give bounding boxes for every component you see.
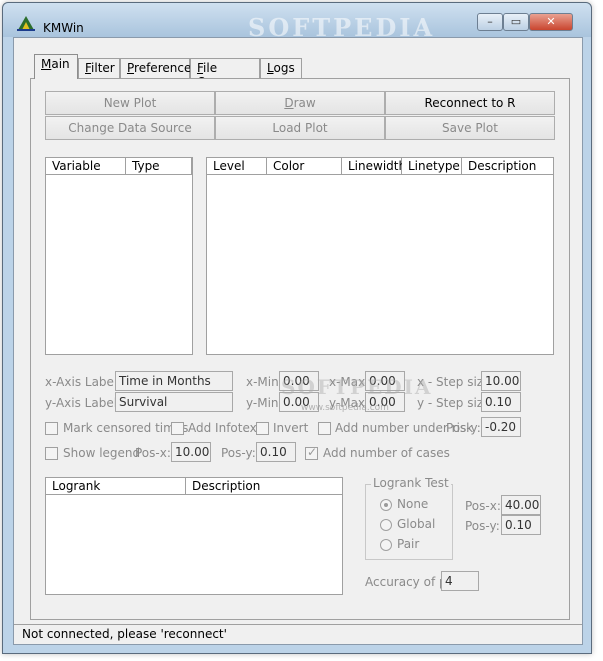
- save-plot-button[interactable]: Save Plot: [385, 116, 555, 140]
- x-min-caption: x-Min:: [246, 375, 283, 389]
- y-min-caption: y-Min:: [246, 396, 283, 410]
- add-infotext-checkbox[interactable]: [171, 422, 184, 435]
- center-watermark-url: www.softpedia.com: [301, 403, 389, 413]
- col-variable[interactable]: Variable: [46, 158, 126, 175]
- new-plot-button[interactable]: New Plot: [45, 91, 215, 115]
- tab-preferences[interactable]: Preferences: [120, 58, 198, 78]
- col-linewidth[interactable]: Linewidth: [342, 158, 406, 175]
- logrank-test-title: Logrank Test: [371, 476, 451, 490]
- x-axis-label-input[interactable]: Time in Months: [115, 371, 233, 391]
- logrank-none-label: None: [397, 497, 429, 511]
- reconnect-button[interactable]: Reconnect to R: [385, 91, 555, 115]
- tab-logs-label: ogs: [273, 61, 295, 75]
- logrank-global-label: Global: [397, 517, 436, 531]
- kmwin-window: KMWin SOFTPEDIA – ▭ ✕ Main Filter Prefer…: [2, 2, 592, 654]
- accuracy-caption: Accuracy of p:: [365, 575, 451, 589]
- tab-main[interactable]: Main: [34, 54, 78, 79]
- tab-preferences-label: references: [134, 61, 198, 75]
- tab-logs[interactable]: Logs: [260, 58, 302, 78]
- logrank-pos-y-input[interactable]: 0.10: [501, 515, 541, 535]
- add-number-at-risk-checkbox[interactable]: [318, 422, 331, 435]
- logrank-pos-y-caption: Pos-y:: [465, 519, 500, 533]
- mark-censored-label: Mark censored times: [63, 421, 189, 435]
- title-bar[interactable]: KMWin SOFTPEDIA – ▭ ✕: [3, 3, 591, 42]
- legend-pos-x-input[interactable]: 10.00: [171, 442, 211, 462]
- y-step-input[interactable]: 0.10: [481, 392, 521, 412]
- risk-pos-y-caption: Pos-y:: [446, 421, 481, 435]
- logrank-list[interactable]: Logrank Description: [45, 477, 343, 595]
- logrank-none-radio[interactable]: [380, 499, 392, 511]
- draw-accel: D: [284, 96, 294, 110]
- draw-button[interactable]: Draw: [215, 91, 385, 115]
- logrank-pos-x-input[interactable]: 40.00: [501, 495, 541, 515]
- tab-preferences-accel: P: [127, 61, 135, 75]
- accuracy-input[interactable]: 4: [441, 571, 479, 591]
- logrank-pair-label: Pair: [397, 537, 420, 551]
- load-plot-button[interactable]: Load Plot: [215, 116, 385, 140]
- col-linetype[interactable]: Linetype: [402, 158, 462, 175]
- legend-pos-y-input[interactable]: 0.10: [256, 442, 296, 462]
- window-title: KMWin: [43, 21, 84, 35]
- tab-main-accel: M: [41, 57, 52, 71]
- logrank-global-radio[interactable]: [380, 519, 392, 531]
- x-axis-label-caption: x-Axis Label:: [45, 375, 122, 389]
- show-legend-label: Show legend: [63, 446, 141, 460]
- col-color[interactable]: Color: [267, 158, 342, 175]
- status-bar: Not connected, please 'reconnect': [14, 624, 582, 644]
- logrank-pair-radio[interactable]: [380, 539, 392, 551]
- risk-pos-y-input[interactable]: -0.20: [481, 417, 521, 437]
- x-step-input[interactable]: 10.00: [481, 371, 521, 391]
- y-axis-label-caption: y-Axis Label:: [45, 396, 122, 410]
- level-list[interactable]: Level Color Linewidth Linetype Descripti…: [206, 157, 554, 355]
- col-type[interactable]: Type: [126, 158, 192, 175]
- tab-filter[interactable]: Filter: [78, 58, 120, 78]
- client-area: Main Filter Preferences File Queue Logs …: [13, 37, 583, 645]
- tab-file-queue[interactable]: File Queue: [190, 58, 260, 89]
- add-number-of-cases-label: Add number of cases: [323, 446, 450, 460]
- app-icon: [17, 16, 35, 31]
- invert-checkbox[interactable]: [256, 422, 269, 435]
- change-data-source-button[interactable]: Change Data Source: [45, 116, 215, 140]
- maximize-button[interactable]: ▭: [503, 13, 529, 31]
- tab-filter-label: ilter: [91, 61, 115, 75]
- logrank-pos-x-caption: Pos-x:: [465, 499, 501, 513]
- center-watermark: SOFTPEDIA: [281, 375, 433, 399]
- y-axis-label-input[interactable]: Survival: [115, 392, 233, 412]
- col-level[interactable]: Level: [207, 158, 267, 175]
- legend-pos-y-caption: Pos-y:: [221, 446, 256, 460]
- main-tab-panel: New Plot Draw Reconnect to R Change Data…: [30, 78, 570, 620]
- tab-main-label: ain: [51, 57, 70, 71]
- col-logrank-description[interactable]: Description: [186, 478, 342, 495]
- draw-label: raw: [293, 96, 316, 110]
- add-number-of-cases-checkbox[interactable]: [305, 445, 318, 460]
- variable-list[interactable]: Variable Type: [45, 157, 193, 355]
- col-description[interactable]: Description: [462, 158, 553, 175]
- close-button[interactable]: ✕: [529, 13, 573, 31]
- col-logrank[interactable]: Logrank: [46, 478, 186, 495]
- mark-censored-checkbox[interactable]: [45, 422, 58, 435]
- show-legend-checkbox[interactable]: [45, 447, 58, 460]
- add-infotext-label: Add Infotext: [188, 421, 262, 435]
- legend-pos-x-caption: Pos-x:: [135, 446, 171, 460]
- minimize-button[interactable]: –: [477, 13, 503, 31]
- invert-label: Invert: [273, 421, 309, 435]
